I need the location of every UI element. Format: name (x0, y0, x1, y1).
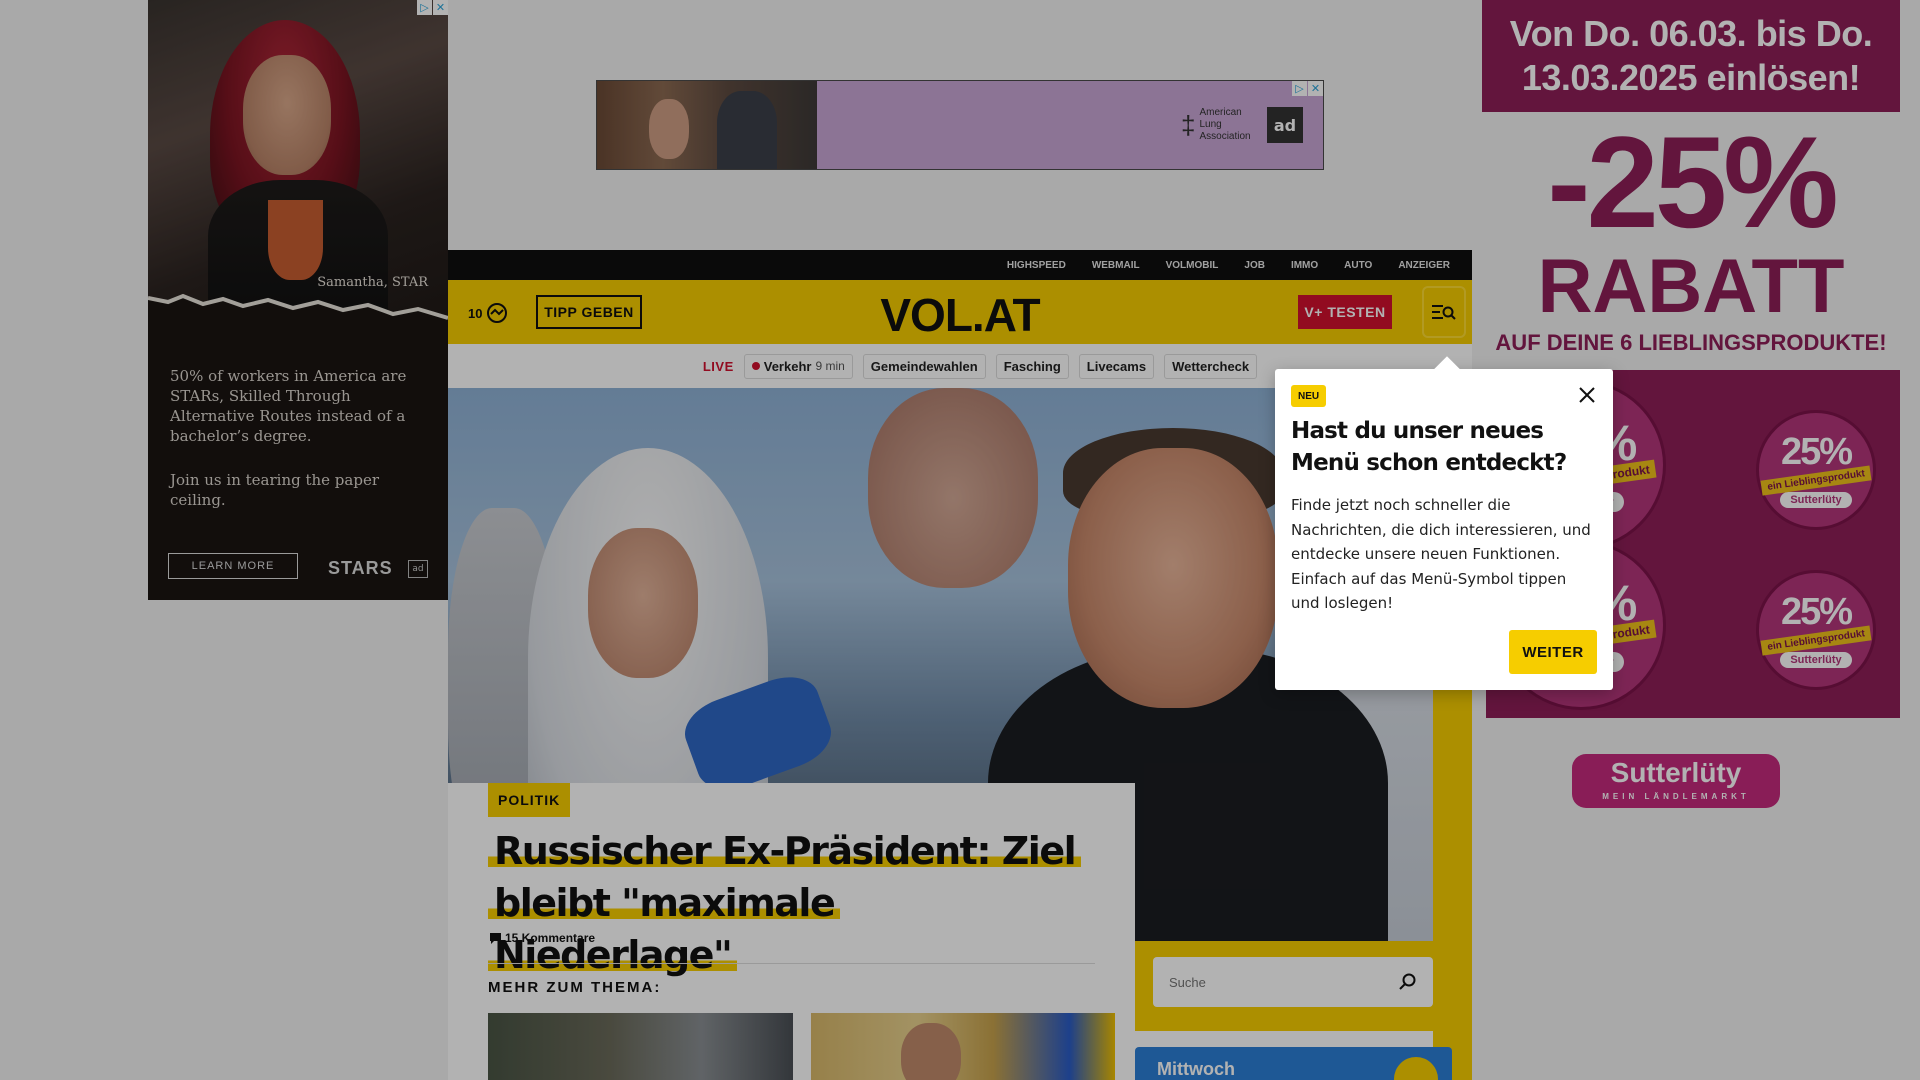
popover-title: Hast du unser neues Menü schon entdeckt? (1291, 418, 1567, 476)
close-icon (1579, 387, 1595, 403)
close-button[interactable] (1577, 385, 1597, 405)
popover-body: Finde jetzt noch schneller die Nachricht… (1291, 496, 1591, 612)
new-badge: NEU (1291, 385, 1327, 407)
modal-backdrop[interactable] (0, 0, 1920, 1080)
new-menu-popover: NEU Hast du unser neues Menü schon entde… (1275, 369, 1613, 690)
weiter-button[interactable]: WEITER (1509, 630, 1597, 674)
